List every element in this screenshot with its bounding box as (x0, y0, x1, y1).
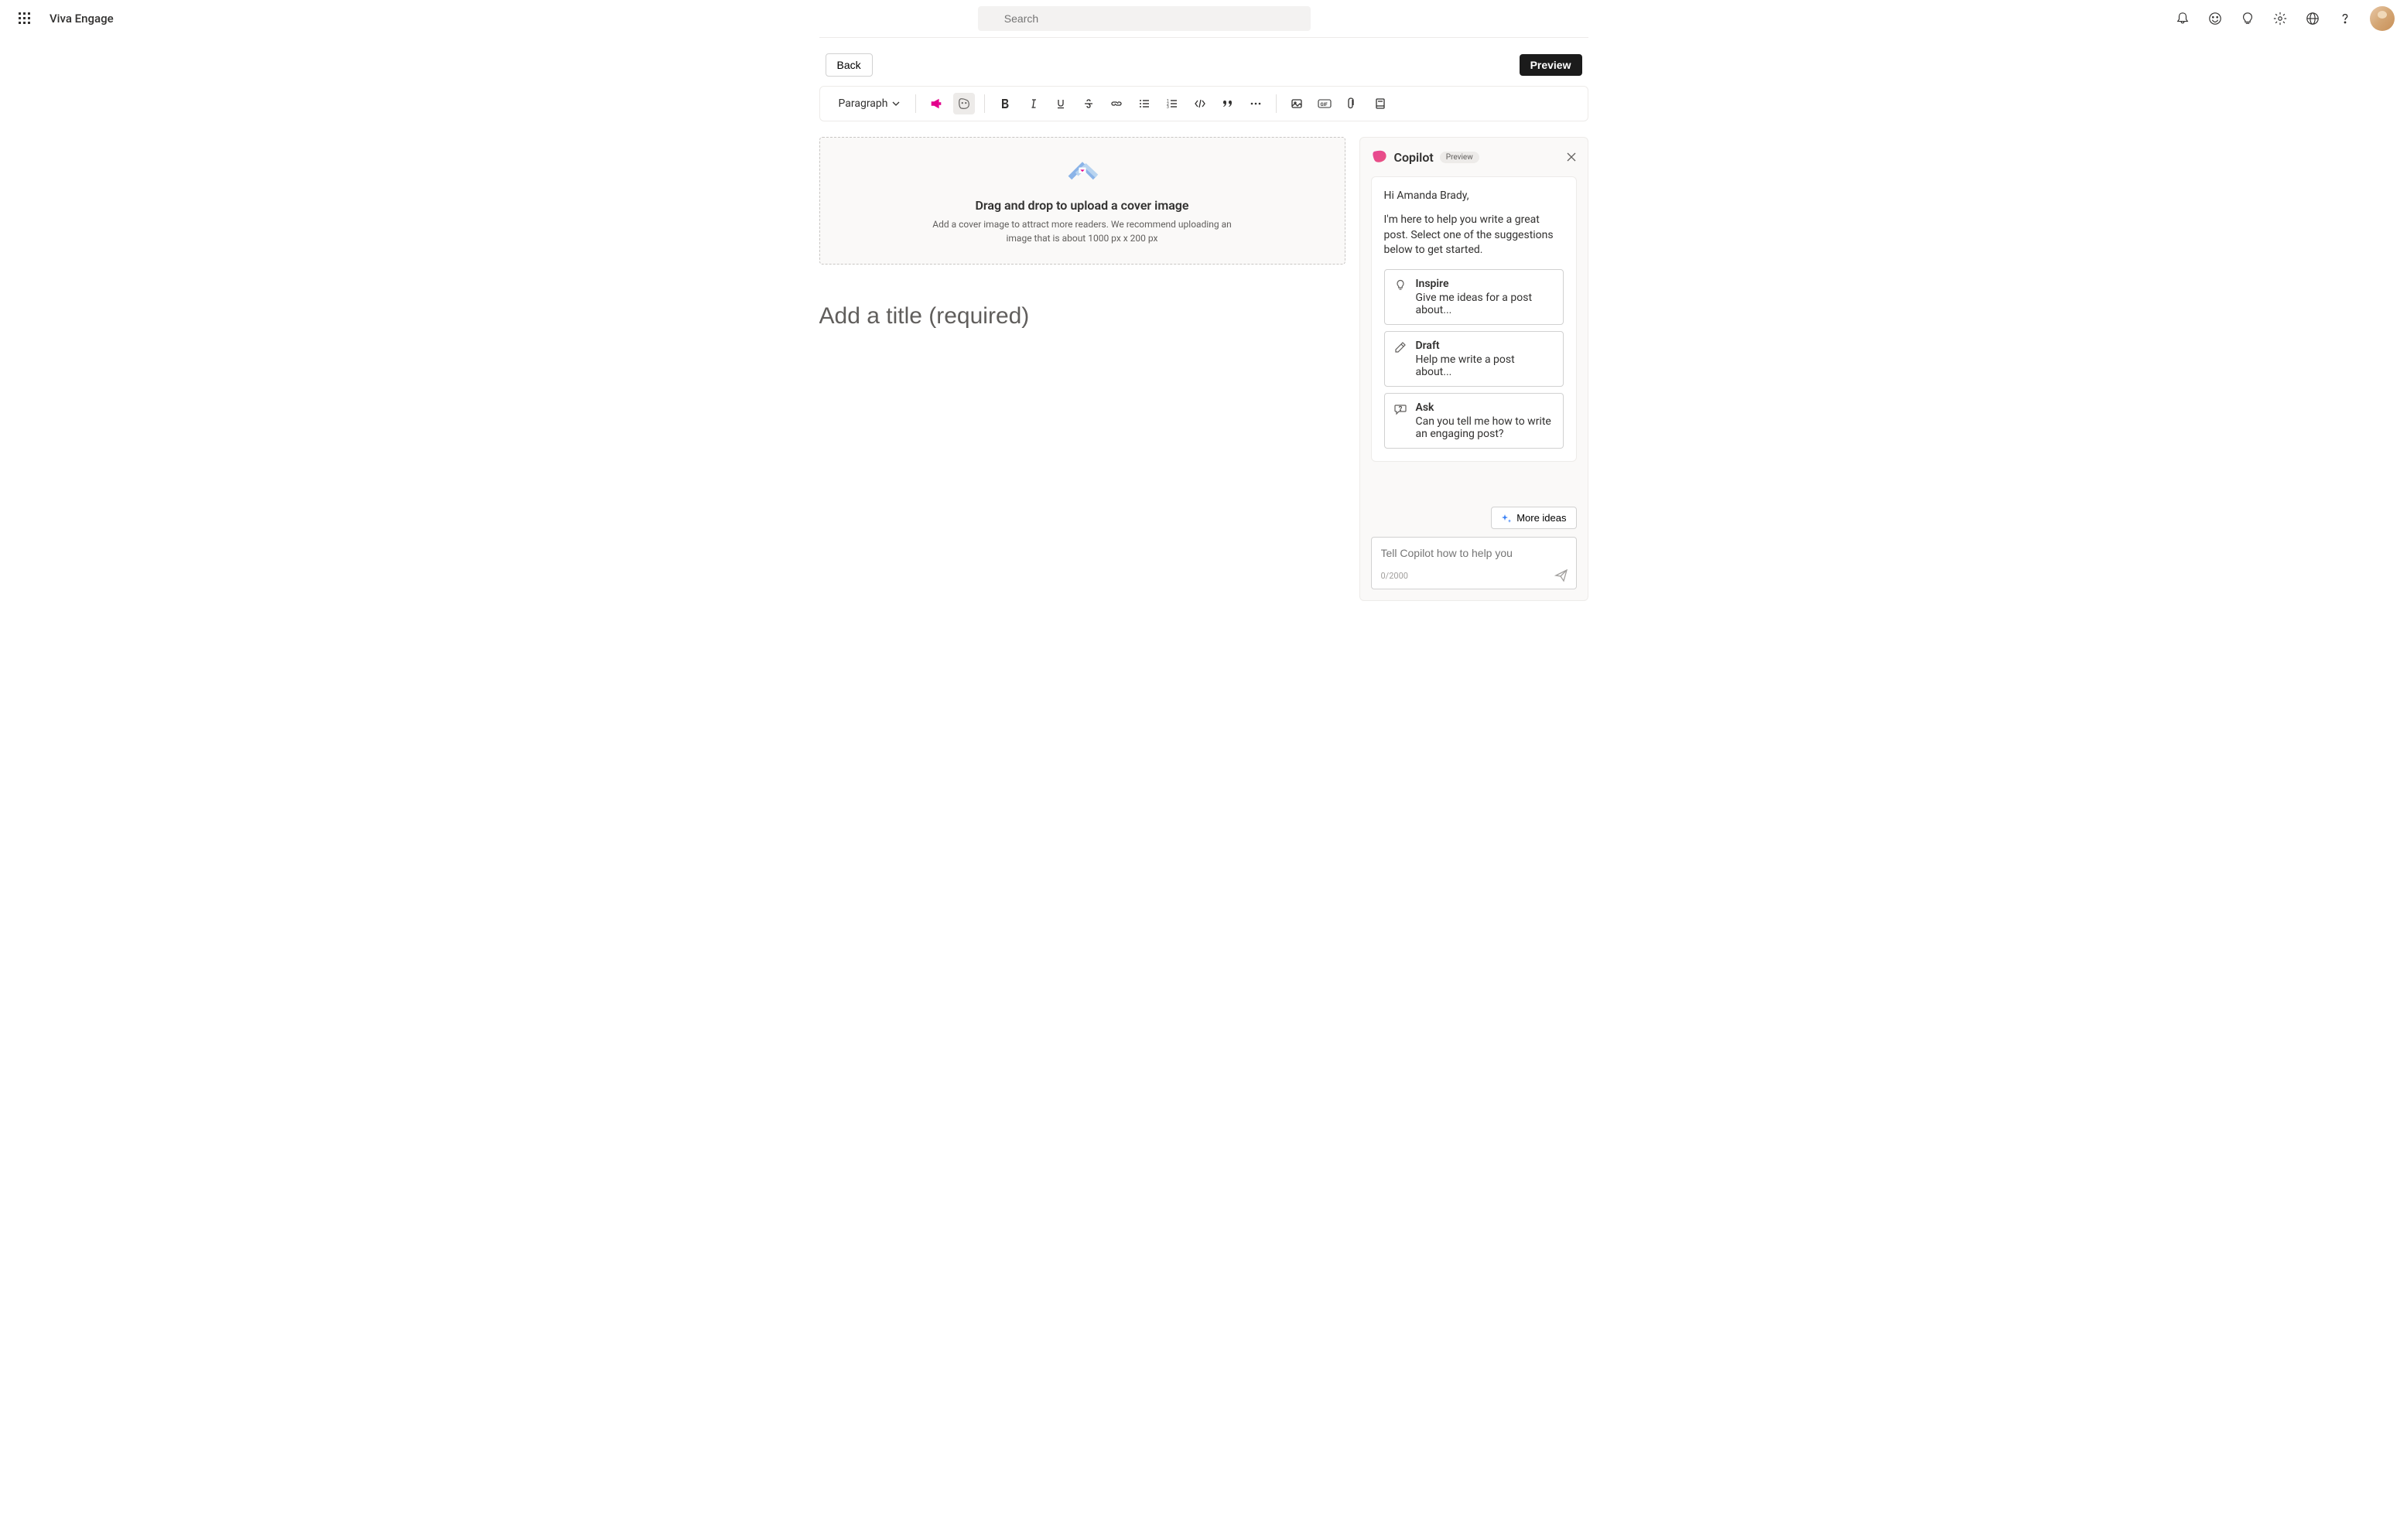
suggestion-inspire[interactable]: Inspire Give me ideas for a post about..… (1384, 269, 1564, 325)
send-icon[interactable] (1554, 569, 1568, 582)
post-title-input[interactable] (819, 303, 1345, 330)
suggestion-draft[interactable]: Draft Help me write a post about... (1384, 331, 1564, 387)
suggestion-desc: Can you tell me how to write an engaging… (1416, 415, 1554, 440)
link-icon[interactable] (1106, 93, 1127, 114)
lightbulb-icon (1394, 279, 1408, 316)
close-icon[interactable] (1566, 152, 1577, 162)
suggestion-title: Inspire (1416, 278, 1554, 290)
paragraph-label: Paragraph (839, 97, 888, 110)
emoji-icon[interactable] (2207, 11, 2223, 26)
cover-upload-subtitle: Add a cover image to attract more reader… (928, 217, 1237, 245)
strikethrough-icon[interactable] (1078, 93, 1099, 114)
app-header: Viva Engage (0, 0, 2407, 37)
copilot-message-card: Hi Amanda Brady, I'm here to help you wr… (1371, 176, 1577, 462)
svg-text:GIF: GIF (1321, 102, 1328, 108)
help-icon[interactable] (2337, 11, 2353, 26)
more-ideas-button[interactable]: More ideas (1491, 507, 1576, 529)
paragraph-dropdown[interactable]: Paragraph (833, 94, 907, 113)
announcement-icon[interactable] (925, 93, 947, 114)
char-count: 0/2000 (1381, 571, 1567, 581)
suggestion-desc: Give me ideas for a post about... (1416, 292, 1554, 316)
copilot-intro: I'm here to help you write a great post.… (1384, 213, 1564, 258)
app-launcher-icon[interactable] (12, 6, 37, 31)
pencil-icon (1394, 341, 1408, 378)
more-icon[interactable] (1245, 93, 1267, 114)
copilot-title: Copilot (1394, 150, 1434, 165)
preview-button[interactable]: Preview (1520, 54, 1582, 76)
chat-question-icon (1394, 403, 1408, 440)
copilot-input[interactable] (1381, 547, 1567, 559)
image-icon[interactable] (1286, 93, 1308, 114)
underline-icon[interactable] (1050, 93, 1072, 114)
app-title: Viva Engage (50, 12, 114, 26)
preview-badge: Preview (1440, 152, 1479, 163)
suggestion-title: Draft (1416, 340, 1554, 352)
numbered-list-icon[interactable]: 123 (1161, 93, 1183, 114)
suggestion-ask[interactable]: Ask Can you tell me how to write an enga… (1384, 393, 1564, 449)
cover-upload-title: Drag and drop to upload a cover image (836, 198, 1329, 213)
bullet-list-icon[interactable] (1133, 93, 1155, 114)
chevron-down-icon (892, 100, 900, 108)
editor-toolbar: Paragraph 123 GIF (819, 86, 1588, 121)
cover-image-dropzone[interactable]: Drag and drop to upload a cover image Ad… (819, 137, 1345, 265)
globe-icon[interactable] (2305, 11, 2320, 26)
settings-icon[interactable] (2272, 11, 2288, 26)
toolbar-separator (915, 94, 916, 113)
copilot-greeting: Hi Amanda Brady, (1384, 190, 1564, 202)
copilot-panel: Copilot Preview Hi Amanda Brady, I'm her… (1359, 137, 1588, 601)
suggestion-desc: Help me write a post about... (1416, 353, 1554, 378)
book-icon[interactable] (1369, 93, 1391, 114)
copilot-logo-icon (1371, 149, 1388, 166)
more-ideas-label: More ideas (1516, 512, 1566, 524)
toolbar-separator (984, 94, 985, 113)
italic-icon[interactable] (1022, 93, 1044, 114)
upload-illustration-icon (1061, 155, 1104, 190)
copilot-toolbar-icon[interactable] (953, 93, 975, 114)
lightbulb-icon[interactable] (2240, 11, 2255, 26)
divider (819, 37, 1588, 38)
toolbar-separator (1276, 94, 1277, 113)
gif-icon[interactable]: GIF (1314, 93, 1335, 114)
attachment-icon[interactable] (1342, 93, 1363, 114)
svg-text:3: 3 (1167, 105, 1169, 110)
notifications-icon[interactable] (2175, 11, 2190, 26)
search-input[interactable] (978, 6, 1311, 31)
quote-icon[interactable] (1217, 93, 1239, 114)
code-icon[interactable] (1189, 93, 1211, 114)
suggestion-title: Ask (1416, 401, 1554, 414)
sparkle-icon (1501, 513, 1512, 524)
action-row: Back Preview (819, 47, 1588, 86)
editor-column: Drag and drop to upload a cover image Ad… (819, 137, 1345, 601)
user-avatar[interactable] (2370, 6, 2395, 31)
bold-icon[interactable] (994, 93, 1016, 114)
back-button[interactable]: Back (826, 53, 873, 77)
copilot-input-container: 0/2000 (1371, 537, 1577, 589)
